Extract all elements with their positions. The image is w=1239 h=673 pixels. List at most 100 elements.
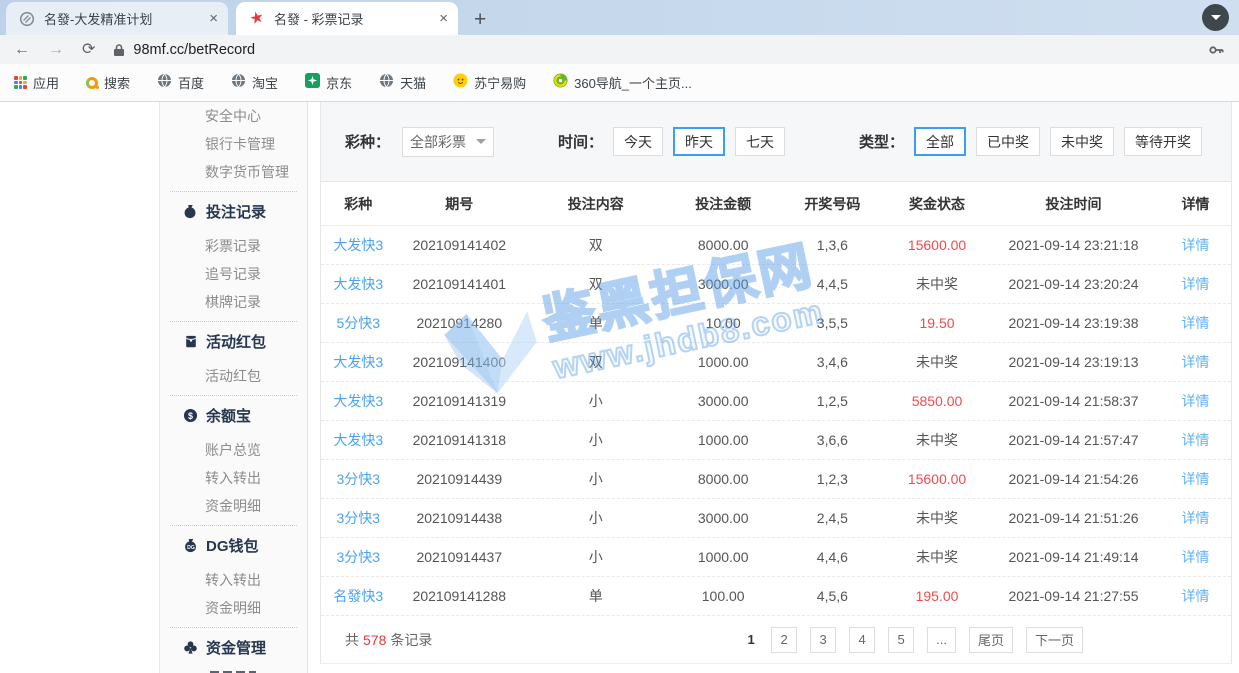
- cell-lottery: 3分快3: [321, 547, 396, 567]
- money-bag-icon: [182, 204, 199, 219]
- bookmark-360nav[interactable]: 360导航_一个主页...: [553, 73, 692, 93]
- cell-amount: 3000.00: [669, 510, 778, 526]
- sidebar-item[interactable]: 安全中心: [160, 102, 307, 130]
- cell-status: 195.00: [887, 588, 987, 604]
- red-star-icon: ★: [248, 10, 266, 28]
- cell-issue: 20210914439: [396, 471, 523, 487]
- bookmark-suning[interactable]: 苏宁易购: [453, 73, 526, 93]
- sidebar-section-label: 投注记录: [206, 201, 266, 222]
- sidebar-item[interactable]: 活动红包: [160, 362, 307, 390]
- cell-issue: 202109141288: [396, 588, 523, 604]
- detail-link[interactable]: 详情: [1160, 508, 1231, 528]
- type-filter-button[interactable]: 未中奖: [1050, 127, 1114, 156]
- cell-issue: 20210914280: [396, 315, 523, 331]
- new-tab-button[interactable]: +: [474, 9, 486, 30]
- sidebar-item[interactable]: 追号记录: [160, 260, 307, 288]
- table-row: 3分快320210914437小1000.004,4,6未中奖2021-09-1…: [321, 538, 1231, 577]
- table-row: 5分快320210914280单10.003,5,519.502021-09-1…: [321, 304, 1231, 343]
- type-filter-group: 全部已中奖未中奖等待开奖: [904, 127, 1202, 156]
- cell-numbers: 4,4,6: [778, 549, 887, 565]
- cell-issue: 202109141402: [396, 237, 523, 253]
- tab-title: 名發 - 彩票记录: [274, 9, 431, 28]
- sidebar-section-header[interactable]: 资金管理: [160, 633, 307, 661]
- table-row: 大发快3202109141400双1000.003,4,6未中奖2021-09-…: [321, 343, 1231, 382]
- time-filter-button[interactable]: 七天: [735, 127, 785, 156]
- browser-tab-inactive[interactable]: 名發-大发精准计划 ×: [6, 2, 228, 35]
- sidebar-item[interactable]: 转入转出: [160, 566, 307, 594]
- last-page-button[interactable]: 尾页: [969, 627, 1013, 653]
- detail-link[interactable]: 详情: [1160, 313, 1231, 333]
- detail-link[interactable]: 详情: [1160, 547, 1231, 567]
- tab-title: 名發-大发精准计划: [44, 9, 201, 28]
- cell-time: 2021-09-14 23:19:38: [987, 315, 1160, 331]
- bookmark-apps[interactable]: 应用: [14, 73, 59, 92]
- detail-link[interactable]: 详情: [1160, 235, 1231, 255]
- detail-link[interactable]: 详情: [1160, 391, 1231, 411]
- red-packet-icon: [182, 334, 199, 349]
- reload-icon[interactable]: ⟳: [82, 42, 95, 58]
- sidebar-item[interactable]: 棋牌记录: [160, 288, 307, 316]
- sidebar-item[interactable]: 数字货币管理: [160, 158, 307, 186]
- browser-menu-circle-icon[interactable]: [1202, 4, 1229, 31]
- time-filter-button[interactable]: 昨天: [673, 127, 725, 156]
- cell-time: 2021-09-14 23:21:18: [987, 237, 1160, 253]
- sidebar-item[interactable]: 资金明细: [160, 594, 307, 622]
- page-button[interactable]: 5: [888, 627, 914, 653]
- page-button[interactable]: ...: [927, 627, 956, 653]
- sidebar-item[interactable]: 账户总览: [160, 436, 307, 464]
- sidebar-item[interactable]: 银行卡管理: [160, 130, 307, 158]
- time-filter-button[interactable]: 今天: [613, 127, 663, 156]
- detail-link[interactable]: 详情: [1160, 274, 1231, 294]
- cell-numbers: 2,4,5: [778, 510, 887, 526]
- tab-close-icon[interactable]: ×: [439, 10, 448, 27]
- detail-link[interactable]: 详情: [1160, 430, 1231, 450]
- sidebar-section-header[interactable]: $余额宝: [160, 401, 307, 429]
- globe-icon: [157, 73, 172, 93]
- type-filter-button[interactable]: 已中奖: [976, 127, 1040, 156]
- sidebar-item[interactable]: 资金明细: [160, 492, 307, 520]
- detail-link[interactable]: 详情: [1160, 352, 1231, 372]
- next-page-button[interactable]: 下一页: [1026, 627, 1083, 653]
- bookmark-jd[interactable]: 京东: [305, 73, 352, 93]
- page-button[interactable]: 2: [771, 627, 797, 653]
- page-button[interactable]: 4: [849, 627, 875, 653]
- sidebar-section-header[interactable]: DGDG钱包: [160, 531, 307, 559]
- cell-time: 2021-09-14 23:19:13: [987, 354, 1160, 370]
- sidebar-section-header[interactable]: 投注记录: [160, 197, 307, 225]
- bookmark-taobao[interactable]: 淘宝: [231, 73, 278, 93]
- cell-lottery: 5分快3: [321, 313, 396, 333]
- column-header: 彩种: [321, 194, 396, 214]
- tab-close-icon[interactable]: ×: [209, 10, 218, 27]
- back-icon[interactable]: ←: [14, 42, 30, 58]
- cell-content: 双: [523, 235, 669, 255]
- browser-tab-active[interactable]: ★ 名發 - 彩票记录 ×: [236, 2, 458, 35]
- column-header: 奖金状态: [887, 194, 987, 214]
- lottery-select[interactable]: 全部彩票: [402, 127, 494, 157]
- cell-status: 15600.00: [887, 237, 987, 253]
- cell-time: 2021-09-14 21:54:26: [987, 471, 1160, 487]
- url-text[interactable]: 98mf.cc/betRecord: [133, 42, 255, 58]
- cell-status: 未中奖: [887, 430, 987, 450]
- sidebar-item[interactable]: 彩票记录: [160, 232, 307, 260]
- cell-amount: 1000.00: [669, 549, 778, 565]
- detail-link[interactable]: 详情: [1160, 586, 1231, 606]
- cell-issue: 202109141400: [396, 354, 523, 370]
- dg-wallet-icon: DG: [182, 538, 199, 553]
- bookmark-search[interactable]: 搜索: [86, 73, 130, 92]
- column-header: 期号: [396, 194, 523, 214]
- forward-icon[interactable]: →: [48, 42, 64, 58]
- detail-link[interactable]: 详情: [1160, 469, 1231, 489]
- sidebar-section-header[interactable]: 活动红包: [160, 327, 307, 355]
- dollar-circle-icon: $: [182, 408, 199, 423]
- lock-icon: [113, 43, 125, 57]
- key-icon[interactable]: [1208, 42, 1225, 58]
- cell-numbers: 3,5,5: [778, 315, 887, 331]
- type-filter-button[interactable]: 等待开奖: [1124, 127, 1202, 156]
- sidebar-item[interactable]: 转入转出: [160, 464, 307, 492]
- bookmark-tmall[interactable]: 天猫: [379, 73, 426, 93]
- page-button[interactable]: 3: [810, 627, 836, 653]
- bookmark-baidu[interactable]: 百度: [157, 73, 204, 93]
- cell-lottery: 大发快3: [321, 274, 396, 294]
- type-filter-button[interactable]: 全部: [914, 127, 966, 156]
- bookmark-label: 应用: [33, 73, 59, 92]
